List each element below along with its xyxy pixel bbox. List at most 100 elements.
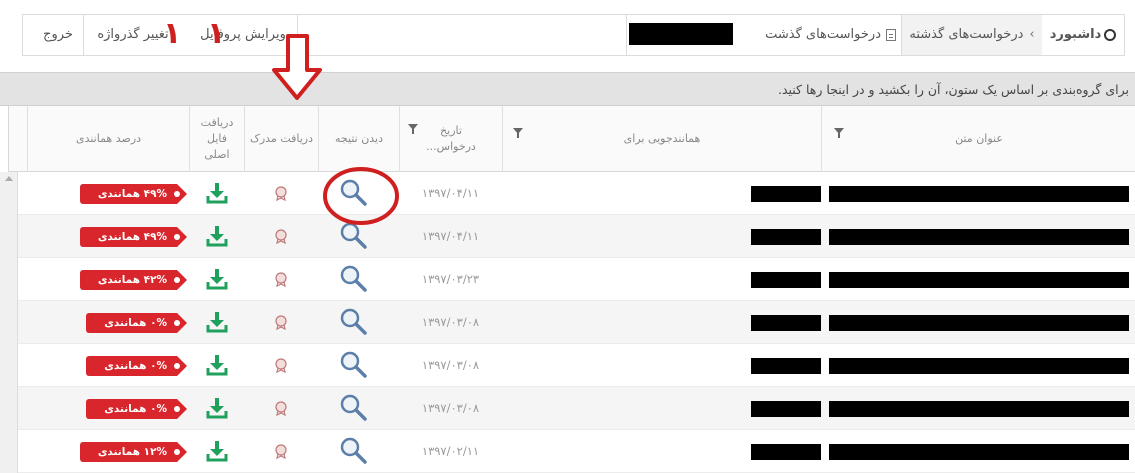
column-view-result-label: دیدن نتیجه [335, 132, 384, 145]
requests-table: عنوان متن همانندجویی برای تاریخ درخواس..… [8, 106, 1135, 473]
table-row[interactable]: ۱۳۹۷/۰۳/۰۸ ۰% همانندی [9, 387, 1135, 430]
similarity-label: ۰% همانندی [104, 403, 167, 415]
get-original-file-cell [189, 301, 244, 343]
get-certificate-cell [244, 258, 318, 300]
view-result-cell [318, 387, 399, 429]
similarity-badge[interactable]: ۰% همانندی [86, 399, 187, 419]
download-icon[interactable] [206, 225, 228, 247]
magnifier-icon[interactable] [338, 392, 368, 422]
table-header: عنوان متن همانندجویی برای تاریخ درخواس..… [9, 106, 1135, 172]
table-row[interactable]: ۱۳۹۷/۰۳/۲۳ ۴۲% همانندی [9, 258, 1135, 301]
badge-dot-icon [174, 234, 180, 240]
column-header-title[interactable]: عنوان متن [821, 106, 1135, 172]
redacted-block [829, 444, 1129, 460]
breadcrumb-past-requests[interactable]: › درخواست‌های گذشته [902, 15, 1042, 55]
similarity-cell: ۰% همانندی [27, 301, 189, 343]
get-original-file-cell [189, 387, 244, 429]
column-title-label: عنوان متن [955, 132, 1003, 145]
group-hint-text: برای گروه‌بندی بر اساس یک ستون، آن را بک… [777, 82, 1129, 97]
similarity-badge[interactable]: ۰% همانندی [86, 313, 187, 333]
redacted-block [751, 358, 821, 374]
column-get-original-file-label: دریافت فایل اصلی [200, 116, 234, 161]
request-date-cell: ۱۳۹۷/۰۳/۰۸ [421, 315, 480, 329]
title-cell [829, 258, 1129, 300]
badge-dot-icon [174, 277, 180, 283]
redacted-block [751, 272, 821, 288]
similarity-label: ۴۲% همانندی [97, 274, 167, 286]
column-request-date-label: تاریخ درخواس... [426, 124, 476, 153]
dashboard-icon [1104, 28, 1117, 41]
get-certificate-cell [244, 387, 318, 429]
column-header-similar-for[interactable]: همانندجویی برای [502, 106, 821, 172]
magnifier-icon[interactable] [338, 349, 368, 379]
column-header-request-date[interactable]: تاریخ درخواس... [399, 106, 502, 172]
request-date-cell: ۱۳۹۷/۰۳/۲۳ [421, 272, 480, 286]
certificate-icon[interactable] [273, 271, 289, 287]
similarity-badge[interactable]: ۴۹% همانندی [79, 227, 188, 247]
table-row[interactable]: ۱۳۹۷/۰۴/۱۱ ۴۹% همانندی [9, 172, 1135, 215]
request-date-cell: ۱۳۹۷/۰۴/۱۱ [421, 186, 480, 200]
similar-for-cell [502, 301, 821, 343]
redacted-block [829, 315, 1129, 331]
get-certificate-cell [244, 344, 318, 386]
similarity-badge[interactable]: ۴۲% همانندی [79, 270, 188, 290]
table-row[interactable]: ۱۳۹۷/۰۴/۱۱ ۴۹% همانندی [9, 215, 1135, 258]
similarity-label: ۰% همانندی [104, 360, 167, 372]
filter-icon[interactable] [834, 128, 844, 138]
certificate-icon[interactable] [273, 314, 289, 330]
magnifier-icon[interactable] [338, 306, 368, 336]
page-root: داشبورد › درخواست‌های گذشته درخواست‌های گ… [0, 0, 1135, 473]
magnifier-icon[interactable] [338, 220, 368, 250]
request-date-cell: ۱۳۹۷/۰۲/۱۱ [421, 444, 480, 458]
similarity-label: ۱۲% همانندی [97, 446, 167, 458]
similarity-label: ۰% همانندی [104, 317, 167, 329]
divider [626, 15, 627, 55]
dashboard-link[interactable]: داشبورد [1042, 15, 1124, 55]
request-date-cell: ۱۳۹۷/۰۴/۱۱ [421, 229, 480, 243]
table-row[interactable]: ۱۳۹۷/۰۳/۰۸ ۰% همانندی [9, 301, 1135, 344]
similarity-badge[interactable]: ۱۲% همانندی [79, 442, 188, 462]
similarity-badge[interactable]: ۴۹% همانندی [79, 184, 188, 204]
column-header-get-certificate[interactable]: دریافت مدرک [244, 106, 318, 172]
download-icon[interactable] [206, 311, 228, 333]
redacted-block [829, 401, 1129, 417]
download-icon[interactable] [206, 397, 228, 419]
column-header-view-result[interactable]: دیدن نتیجه [318, 106, 399, 172]
scroll-up-arrow-icon[interactable] [5, 176, 13, 181]
magnifier-icon[interactable] [338, 435, 368, 465]
filter-icon[interactable] [408, 124, 418, 134]
edit-profile-link[interactable]: ویرایش پروفایل [189, 15, 297, 55]
download-icon[interactable] [206, 268, 228, 290]
similarity-cell: ۴۲% همانندی [27, 258, 189, 300]
similarity-badge[interactable]: ۰% همانندی [86, 356, 187, 376]
redacted-block [829, 272, 1129, 288]
download-icon[interactable] [206, 182, 228, 204]
get-original-file-cell [189, 258, 244, 300]
column-header-similarity[interactable]: درصد همانندی [27, 106, 189, 172]
table-row[interactable]: ۱۳۹۷/۰۳/۰۸ ۰% همانندی [9, 344, 1135, 387]
download-icon[interactable] [206, 354, 228, 376]
magnifier-icon[interactable] [338, 177, 368, 207]
similarity-cell: ۴۹% همانندی [27, 215, 189, 257]
get-original-file-cell [189, 172, 244, 214]
change-password-label: تغییر گذرواژه [97, 27, 169, 42]
certificate-icon[interactable] [273, 400, 289, 416]
group-by-drop-zone[interactable]: برای گروه‌بندی بر اساس یک ستون، آن را بک… [0, 72, 1135, 106]
certificate-icon[interactable] [273, 443, 289, 459]
magnifier-icon[interactable] [338, 263, 368, 293]
title-cell [829, 301, 1129, 343]
vertical-scrollbar[interactable] [0, 172, 18, 473]
download-icon[interactable] [206, 440, 228, 462]
table-row[interactable]: ۱۳۹۷/۰۲/۱۱ ۱۲% همانندی [9, 430, 1135, 473]
certificate-icon[interactable] [273, 185, 289, 201]
column-header-get-original-file[interactable]: دریافت فایل اصلی [189, 106, 244, 172]
get-original-file-cell [189, 215, 244, 257]
certificate-icon[interactable] [273, 228, 289, 244]
redacted-block [829, 229, 1129, 245]
chevron-left-icon: › [1029, 27, 1035, 42]
similar-for-cell [502, 344, 821, 386]
filter-icon[interactable] [513, 128, 523, 138]
title-cell [829, 387, 1129, 429]
certificate-icon[interactable] [273, 357, 289, 373]
exit-link[interactable]: خروج [35, 15, 81, 55]
